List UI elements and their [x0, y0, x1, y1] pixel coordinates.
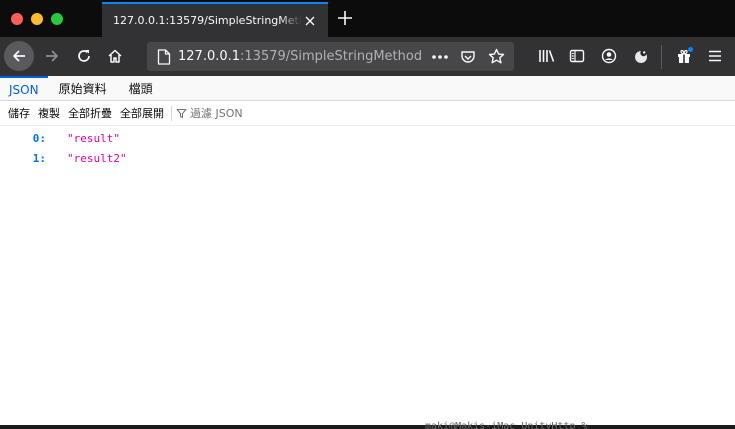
back-arrow-icon [13, 50, 25, 62]
back-button[interactable] [4, 41, 34, 71]
new-tab-button[interactable] [334, 7, 356, 29]
plus-icon [338, 11, 352, 25]
navigation-toolbar: 127.0.0.1:13579/SimpleStringMethod [0, 37, 735, 76]
library-icon[interactable] [533, 42, 561, 70]
notification-dot [688, 47, 693, 52]
tab-title: 127.0.0.1:13579/SimpleStringMethod [113, 14, 302, 27]
forward-button[interactable] [38, 42, 66, 70]
url-text[interactable]: 127.0.0.1:13579/SimpleStringMethod [178, 49, 422, 64]
filter-json-input[interactable]: 過濾 JSON [176, 105, 243, 121]
forward-arrow-icon [46, 50, 58, 62]
json-key: 1: [32, 151, 46, 165]
url-bar[interactable]: 127.0.0.1:13579/SimpleStringMethod [147, 42, 514, 71]
filter-icon [176, 108, 187, 118]
collapse-all-button[interactable]: 全部折疊 [64, 105, 116, 121]
url-path: :13579/SimpleStringMethod [240, 49, 423, 64]
url-host: 127.0.0.1 [178, 49, 241, 64]
home-button[interactable] [101, 42, 129, 70]
close-icon[interactable] [302, 13, 318, 29]
json-tree: 0: "result" 1: "result2" [0, 128, 735, 168]
expand-all-button[interactable]: 全部展開 [116, 105, 168, 121]
json-row[interactable]: 1: "result2" [0, 148, 735, 168]
toolbar-divider [171, 105, 172, 121]
star-icon[interactable] [482, 43, 510, 71]
browser-tab[interactable]: 127.0.0.1:13579/SimpleStringMethod [102, 2, 328, 37]
save-button[interactable]: 儲存 [4, 105, 34, 121]
page-icon[interactable] [150, 42, 178, 71]
window-zoom-button[interactable] [51, 13, 63, 25]
page-content: JSON 原始資料 檔頭 儲存 複製 全部折疊 全部展開 過濾 JSON 0: … [0, 76, 735, 425]
window-close-button[interactable] [11, 13, 23, 25]
tab-raw-data[interactable]: 原始資料 [48, 76, 118, 101]
json-value: "result" [67, 131, 120, 145]
more-icon[interactable] [426, 43, 454, 71]
background-terminal-text: maki@Makis-iMac UnityHttp % [425, 421, 588, 429]
reload-icon [78, 50, 90, 62]
json-viewer-tabs: JSON 原始資料 檔頭 [0, 76, 735, 101]
window-bottom-edge [0, 425, 735, 429]
extension-icon[interactable] [627, 42, 655, 70]
sidebar-icon[interactable] [563, 42, 591, 70]
reload-button[interactable] [70, 42, 98, 70]
json-row[interactable]: 0: "result" [0, 128, 735, 148]
home-icon [108, 49, 122, 63]
title-bar: 127.0.0.1:13579/SimpleStringMethod [0, 0, 735, 37]
tab-json[interactable]: JSON [0, 76, 48, 101]
account-icon[interactable] [595, 42, 623, 70]
filter-placeholder: 過濾 JSON [190, 107, 243, 120]
toolbar-separator [661, 45, 662, 69]
hamburger-menu-icon[interactable] [701, 42, 729, 70]
json-key: 0: [32, 131, 46, 145]
copy-button[interactable]: 複製 [34, 105, 64, 121]
json-value: "result2" [67, 151, 127, 165]
pocket-icon[interactable] [454, 43, 482, 71]
window-minimize-button[interactable] [31, 13, 43, 25]
tab-headers[interactable]: 檔頭 [118, 76, 164, 101]
gift-icon[interactable] [670, 42, 698, 70]
json-viewer-toolbar: 儲存 複製 全部折疊 全部展開 過濾 JSON [0, 101, 735, 126]
